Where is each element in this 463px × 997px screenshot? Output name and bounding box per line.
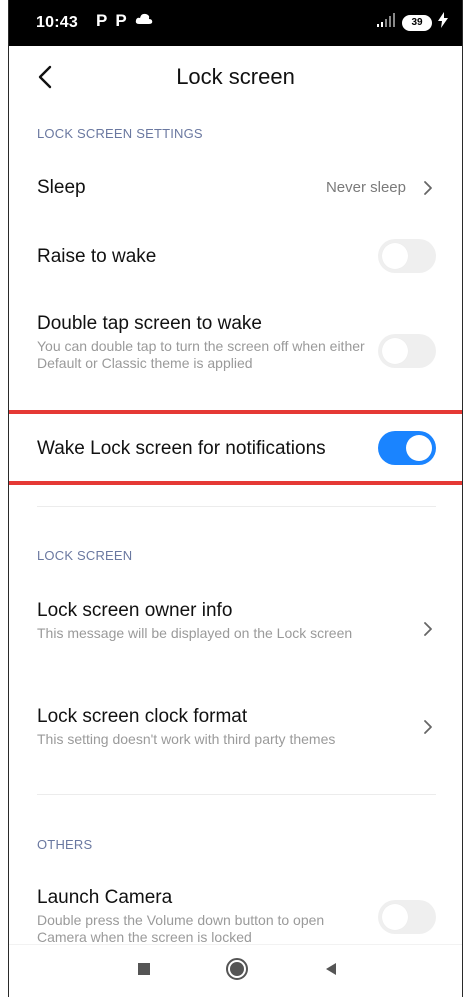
sleep-value: Never sleep (325, 179, 406, 196)
launch-camera-toggle[interactable] (378, 900, 436, 934)
status-right-icons: 39 (376, 12, 448, 33)
page-title: Lock screen (176, 64, 295, 89)
toggle-knob (382, 243, 408, 269)
back-triangle-icon (326, 963, 336, 975)
launch-camera-label: Launch Camera (37, 887, 173, 908)
home-circle-icon (226, 958, 248, 980)
recents-button[interactable] (130, 955, 158, 983)
status-left-icons: P P (96, 11, 153, 31)
double-tap-description: You can double tap to turn the screen of… (37, 338, 365, 371)
toggle-knob (382, 338, 408, 364)
chevron-right-icon (424, 622, 432, 636)
owner-info-row[interactable]: Lock screen owner info This message will… (37, 599, 436, 663)
parking-app-icon: P (115, 11, 127, 30)
double-tap-toggle[interactable] (378, 334, 436, 368)
clock-format-description: This setting doesn't work with third par… (37, 731, 336, 747)
clock-format-label: Lock screen clock format (37, 706, 248, 727)
navigation-bar (9, 944, 462, 997)
recents-square-icon (138, 963, 150, 975)
status-bar: 10:43 P P 39 (9, 0, 462, 46)
parking-app-icon: P (96, 11, 108, 30)
toggle-knob (406, 435, 432, 461)
owner-info-description: This message will be displayed on the Lo… (37, 625, 353, 641)
double-tap-label: Double tap screen to wake (37, 313, 262, 334)
status-time: 10:43 (36, 14, 78, 31)
toggle-knob (382, 904, 408, 930)
raise-to-wake-row: Raise to wake (37, 239, 436, 278)
wake-lock-notifications-toggle[interactable] (378, 431, 436, 465)
highlight-line-bottom (9, 481, 462, 485)
clock-format-row[interactable]: Lock screen clock format This setting do… (37, 705, 436, 753)
wake-lock-notifications-row: Wake Lock screen for notifications (37, 431, 436, 470)
cloud-icon (135, 12, 153, 31)
highlight-line-top (9, 410, 462, 414)
section-divider (37, 794, 436, 795)
home-button[interactable] (223, 955, 251, 983)
back-nav-button[interactable] (317, 955, 345, 983)
chevron-right-icon (424, 181, 432, 195)
charging-bolt-icon (438, 12, 448, 33)
raise-to-wake-toggle[interactable] (378, 239, 436, 273)
owner-info-label: Lock screen owner info (37, 600, 233, 621)
section-header-others: OTHERS (37, 837, 93, 852)
phone-screen: 10:43 P P 39 Lock screen LOCK SCREEN SET… (8, 0, 463, 997)
section-divider (37, 506, 436, 507)
chevron-right-icon (424, 720, 432, 734)
sleep-setting-row[interactable]: Sleep Never sleep (37, 176, 436, 204)
wake-lock-notifications-label: Wake Lock screen for notifications (37, 438, 326, 459)
battery-icon: 39 (402, 14, 432, 31)
section-header-lock-screen: LOCK SCREEN (37, 548, 133, 563)
launch-camera-description: Double press the Volume down button to o… (37, 912, 325, 945)
section-header-lock-screen-settings: LOCK SCREEN SETTINGS (37, 126, 203, 141)
signal-icon (376, 13, 396, 32)
raise-to-wake-label: Raise to wake (37, 246, 157, 267)
double-tap-row: Double tap screen to wake You can double… (37, 312, 436, 392)
app-header: Lock screen (9, 46, 462, 108)
